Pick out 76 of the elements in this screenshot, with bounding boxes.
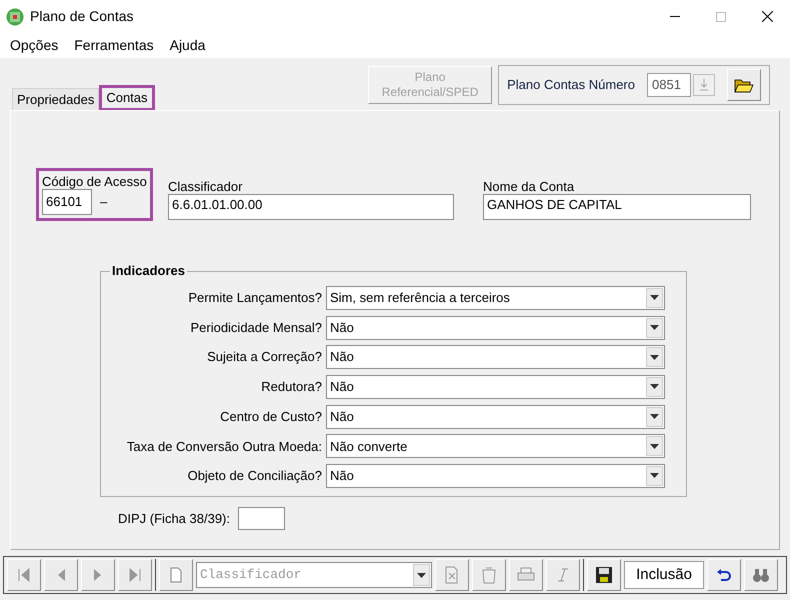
italic-button[interactable] [546, 559, 580, 591]
printer-icon [517, 567, 535, 583]
caret-icon [650, 414, 659, 420]
indicator-value: Não [330, 348, 354, 366]
undo-icon [716, 569, 732, 581]
indicator-dropdown[interactable]: Não [326, 316, 665, 340]
window-title: Plano de Contas [30, 7, 134, 26]
indicator-label: Periodicidade Mensal? [189, 318, 323, 337]
caret-icon [417, 572, 426, 578]
search-placeholder: Classificador [200, 566, 302, 584]
code-suffix: – [100, 193, 108, 212]
account-name-label: Nome da Conta [483, 179, 576, 194]
undo-button[interactable] [707, 559, 741, 591]
indicator-label: Taxa de Conversão Outra Moeda: [126, 438, 323, 456]
last-icon [129, 568, 141, 582]
indicator-dropdown[interactable]: Não converte [326, 434, 665, 458]
save-button[interactable] [587, 559, 621, 591]
caret-icon [650, 473, 659, 478]
caret-icon [650, 295, 659, 300]
indicator-value: Sim, sem referência a terceiros [330, 289, 510, 308]
caret-icon [650, 444, 659, 449]
next-icon [93, 568, 103, 582]
caret-icon [650, 384, 659, 390]
menu-item[interactable]: Opções [10, 35, 58, 56]
caret-icon [650, 354, 659, 360]
save-icon [595, 566, 613, 584]
indicator-dropdown[interactable]: Não [326, 345, 665, 370]
search-button[interactable] [744, 559, 778, 591]
code-field[interactable]: 66101 [42, 189, 92, 215]
tab[interactable]: Propriedades [12, 88, 100, 110]
indicator-dropdown[interactable]: Não [326, 464, 665, 488]
indicator-value: Não [330, 318, 354, 337]
trash-icon [481, 566, 497, 584]
italic-icon [558, 568, 568, 582]
code-label: Código de Acesso [42, 174, 147, 189]
indicator-dropdown[interactable]: Não [326, 404, 665, 429]
indicator-label: Redutora? [260, 378, 323, 396]
first-icon [18, 568, 30, 582]
document-icon [170, 567, 182, 583]
mode-field: Inclusão [624, 561, 704, 589]
document-icon [444, 566, 460, 584]
menu-item[interactable]: Ajuda [170, 35, 206, 56]
first-record-button[interactable] [7, 559, 41, 591]
app-logo-icon [6, 8, 24, 26]
classifier-label: Classificador [168, 179, 244, 194]
dipj-field[interactable] [238, 507, 285, 530]
caret-icon [650, 325, 659, 330]
indicator-label: Centro de Custo? [219, 408, 323, 426]
classifier-field[interactable]: 6.6.01.01.00.00 [168, 194, 454, 220]
indicator-label: Sujeita a Correção? [206, 348, 323, 366]
account-name-field[interactable]: GANHOS DE CAPITAL [483, 194, 751, 220]
plan-label: Plano Contas Número [507, 76, 635, 94]
previous-record-button[interactable] [44, 559, 78, 591]
indicator-value: Não [330, 408, 354, 426]
delete-button[interactable] [472, 559, 506, 591]
last-record-button[interactable] [118, 559, 152, 591]
indicator-value: Não [330, 467, 354, 486]
indicator-dropdown[interactable]: Sim, sem referência a terceiros [326, 286, 665, 310]
binoculars-icon [752, 567, 770, 583]
download-icon[interactable] [693, 74, 715, 96]
next-record-button[interactable] [81, 559, 115, 591]
folder-icon [734, 77, 754, 93]
indicator-dropdown[interactable]: Não [326, 374, 665, 399]
open-folder-button[interactable] [727, 69, 761, 101]
print-button[interactable] [509, 559, 543, 591]
previous-icon [56, 568, 66, 582]
indicator-label: Objeto de Conciliação? [186, 467, 323, 486]
dipj-label: DIPJ (Ficha 38/39): [118, 510, 230, 528]
new-document-button[interactable] [159, 559, 193, 591]
plan-number-field[interactable]: 0851 [647, 73, 691, 97]
indicator-value: Não converte [330, 438, 408, 456]
tab[interactable]: Contas [99, 85, 155, 111]
indicator-label: Permite Lançamentos? [187, 289, 323, 308]
menu-item[interactable]: Ferramentas [74, 35, 154, 56]
edit-document-button[interactable] [435, 559, 469, 591]
indicator-value: Não [330, 378, 354, 396]
